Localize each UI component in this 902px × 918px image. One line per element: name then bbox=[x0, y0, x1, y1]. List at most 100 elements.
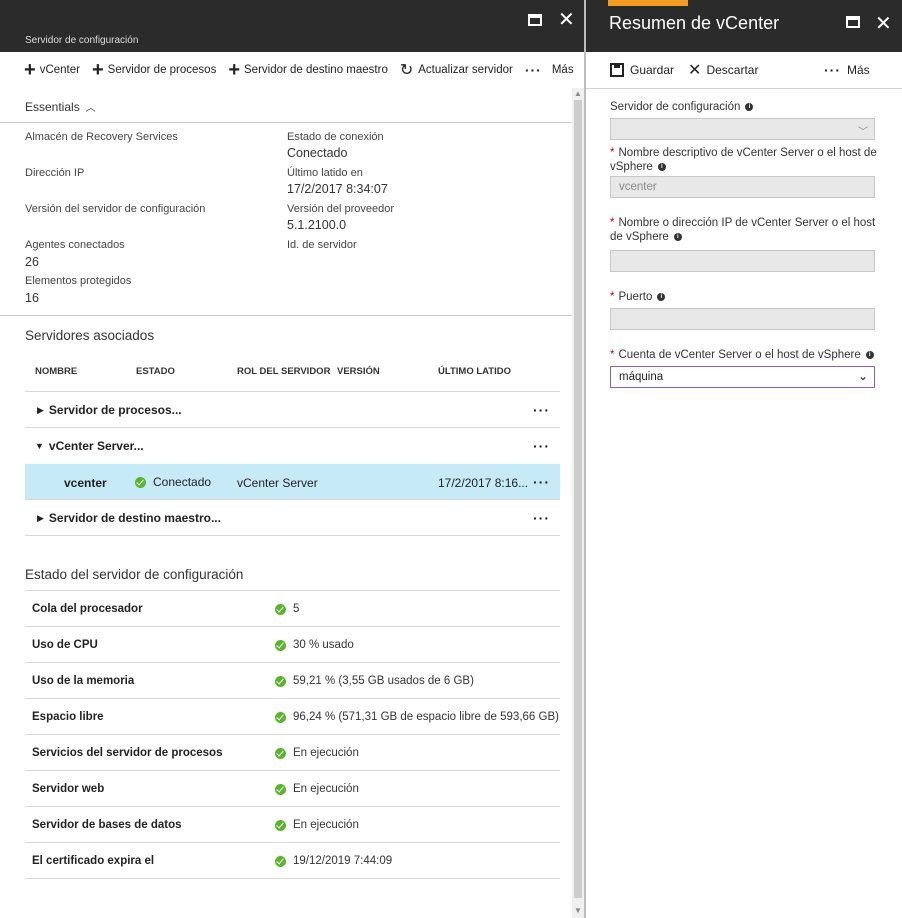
add-process-server-button[interactable]: + Servidor de procesos bbox=[91, 59, 216, 81]
column-header-version[interactable]: VERSIÓN bbox=[337, 366, 380, 377]
host-ip-label: * Nombre o dirección IP de vCenter Server… bbox=[610, 217, 876, 243]
collapse-icon[interactable]: ▼ bbox=[35, 441, 44, 451]
blade-content: Essentials ︿ Almacén de Recovery Service… bbox=[0, 88, 572, 918]
account-label: * Cuenta de vCenter Server o el host de v… bbox=[610, 348, 880, 362]
tree-row-process-servers[interactable]: ▶ Servidor de procesos... ··· bbox=[25, 392, 560, 428]
tree-row-vcenter-servers[interactable]: ▼ vCenter Server... ··· bbox=[25, 428, 560, 464]
required-marker: * bbox=[610, 291, 615, 303]
row-name: vcenter bbox=[64, 476, 107, 490]
row-role: vCenter Server bbox=[237, 476, 318, 490]
associated-servers-title: Servidores asociados bbox=[25, 328, 155, 343]
required-marker: * bbox=[610, 147, 615, 159]
connection-state-label: Estado de conexión bbox=[287, 131, 384, 143]
check-icon bbox=[135, 476, 146, 488]
required-marker: * bbox=[610, 349, 615, 361]
vertical-scrollbar[interactable]: ▲ ▼ bbox=[572, 88, 584, 918]
health-title: Estado del servidor de configuración bbox=[25, 567, 244, 582]
chevron-up-icon: ︿ bbox=[85, 103, 96, 114]
provider-version-label: Versión del proveedor bbox=[287, 203, 395, 215]
plus-icon: + bbox=[91, 59, 104, 81]
port-input[interactable] bbox=[610, 308, 875, 330]
more-button[interactable]: ··· Más bbox=[824, 62, 870, 78]
blade-header: Resumen de vCenter ✕ bbox=[586, 0, 902, 52]
more-icon[interactable]: ··· bbox=[533, 510, 550, 526]
scroll-thumb[interactable] bbox=[574, 100, 582, 898]
more-icon[interactable]: ··· bbox=[533, 474, 550, 490]
discard-button[interactable]: ✕ Descartar bbox=[688, 60, 758, 80]
column-header-status[interactable]: ESTADO bbox=[136, 366, 175, 377]
maximize-icon[interactable] bbox=[528, 14, 542, 26]
blade-title: Resumen de vCenter bbox=[609, 13, 780, 33]
account-select[interactable]: máquina ⌄ bbox=[610, 366, 875, 388]
divider bbox=[25, 878, 560, 879]
vcenter-summary-blade: Resumen de vCenter ✕ Guardar ✕ Descartar… bbox=[586, 0, 902, 918]
heartbeat-value: 17/2/2017 8:34:07 bbox=[287, 182, 388, 196]
check-icon bbox=[275, 855, 286, 867]
config-server-label: Servidor de configuración i bbox=[610, 100, 880, 114]
health-row: Uso de la memoria 59,21 % (3,55 GB usado… bbox=[32, 675, 474, 687]
info-icon[interactable]: i bbox=[865, 350, 874, 359]
port-label: * Puerto i bbox=[610, 290, 880, 304]
column-header-role[interactable]: ROL DEL SERVIDOR bbox=[237, 366, 330, 377]
more-icon[interactable]: ··· bbox=[533, 438, 550, 454]
health-row: Servidor de bases de datos En ejecución bbox=[32, 819, 359, 831]
required-marker: * bbox=[610, 217, 615, 229]
health-row: El certificado expira el 19/12/2019 7:44… bbox=[32, 855, 393, 867]
config-server-blade: Servidor de configuración ✕ + vCenter + … bbox=[0, 0, 584, 918]
scroll-up-icon[interactable]: ▲ bbox=[574, 89, 582, 98]
info-icon[interactable]: i bbox=[657, 162, 666, 171]
check-icon bbox=[275, 675, 286, 687]
add-master-target-button[interactable]: + Servidor de destino maestro bbox=[228, 59, 388, 81]
essentials-toggle[interactable]: Essentials ︿ bbox=[25, 99, 96, 115]
command-bar: + vCenter + Servidor de procesos + Servi… bbox=[0, 52, 584, 88]
column-header-heartbeat[interactable]: ÚLTIMO LATIDO bbox=[438, 366, 511, 377]
info-icon[interactable]: i bbox=[745, 102, 754, 111]
provider-version-value: 5.1.2100.0 bbox=[287, 218, 347, 232]
health-row: Servidor web En ejecución bbox=[32, 783, 359, 795]
check-icon bbox=[275, 819, 286, 831]
ip-label: Dirección IP bbox=[25, 167, 85, 179]
check-icon bbox=[275, 603, 286, 615]
row-heartbeat: 17/2/2017 8:16... bbox=[438, 476, 529, 490]
health-row: Cola del procesador 5 bbox=[32, 603, 300, 615]
friendly-name-input[interactable]: vcenter bbox=[610, 176, 875, 198]
more-icon[interactable]: ··· bbox=[533, 402, 550, 418]
close-icon[interactable]: ✕ bbox=[875, 11, 892, 36]
table-row[interactable]: vcenter Conectado vCenter Server 17/2/20… bbox=[25, 464, 560, 500]
divider bbox=[0, 122, 572, 123]
chevron-down-icon: ⌄ bbox=[857, 369, 868, 383]
divider bbox=[0, 315, 572, 316]
column-header-name[interactable]: NOMBRE bbox=[35, 366, 77, 377]
host-ip-input[interactable] bbox=[610, 250, 875, 272]
close-icon[interactable]: ✕ bbox=[558, 10, 575, 30]
more-button[interactable]: ··· Más bbox=[525, 62, 574, 78]
vault-label: Almacén de Recovery Services bbox=[25, 131, 178, 143]
check-icon bbox=[275, 711, 286, 723]
command-bar: Guardar ✕ Descartar ··· Más bbox=[586, 52, 902, 88]
save-button[interactable]: Guardar bbox=[610, 63, 674, 77]
agents-label: Agentes conectados bbox=[25, 239, 125, 251]
add-vcenter-button[interactable]: + vCenter bbox=[24, 60, 80, 80]
info-icon[interactable]: i bbox=[673, 232, 682, 241]
chevron-down-icon: ﹀ bbox=[858, 127, 868, 138]
connection-state-value: Conectado bbox=[287, 146, 348, 160]
scroll-down-icon[interactable]: ▼ bbox=[574, 906, 582, 915]
refresh-server-button[interactable]: ↻ Actualizar servidor bbox=[400, 60, 513, 80]
expand-icon[interactable]: ▶ bbox=[37, 405, 44, 416]
divider bbox=[25, 535, 560, 536]
info-icon[interactable]: i bbox=[657, 292, 666, 301]
config-server-select[interactable]: ﹀ bbox=[610, 118, 875, 140]
close-icon: ✕ bbox=[688, 62, 702, 79]
maximize-icon[interactable] bbox=[846, 16, 860, 28]
plus-icon: + bbox=[228, 59, 241, 81]
more-icon: ··· bbox=[824, 62, 841, 78]
check-icon bbox=[275, 639, 286, 651]
health-row: Servicios del servidor de procesos En ej… bbox=[32, 747, 359, 759]
health-row: Uso de CPU 30 % usado bbox=[32, 639, 354, 651]
tree-row-master-target[interactable]: ▶ Servidor de destino maestro... ··· bbox=[25, 500, 560, 536]
expand-icon[interactable]: ▶ bbox=[37, 513, 44, 524]
heartbeat-label: Último latido en bbox=[287, 167, 363, 179]
check-icon bbox=[275, 747, 286, 759]
refresh-icon: ↻ bbox=[399, 62, 414, 79]
blade-header: Servidor de configuración ✕ bbox=[0, 0, 584, 52]
